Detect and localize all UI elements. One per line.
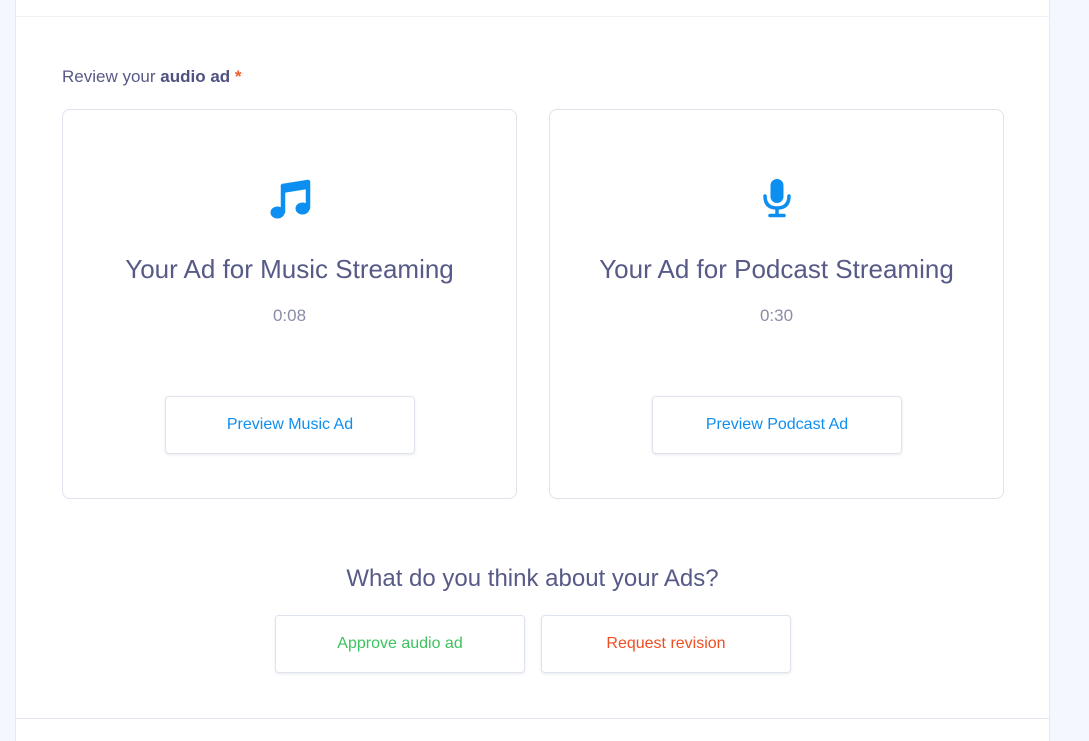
approve-audio-ad-button[interactable]: Approve audio ad <box>275 615 525 673</box>
podcast-ad-card: Your Ad for Podcast Streaming 0:30 Previ… <box>549 109 1004 499</box>
microphone-icon <box>550 178 1003 220</box>
podcast-ad-title: Your Ad for Podcast Streaming <box>599 254 954 284</box>
review-panel: Review your audio ad * Your Ad for Music… <box>15 0 1050 741</box>
bottom-divider <box>16 718 1049 719</box>
music-ad-card: Your Ad for Music Streaming 0:08 Preview… <box>62 109 517 499</box>
required-mark: * <box>234 67 242 86</box>
preview-podcast-ad-button[interactable]: Preview Podcast Ad <box>652 396 902 454</box>
top-divider <box>16 16 1049 17</box>
review-label-prefix: Review your <box>62 67 161 86</box>
review-label: Review your audio ad * <box>62 67 242 87</box>
podcast-ad-duration: 0:30 <box>759 306 794 325</box>
request-revision-button[interactable]: Request revision <box>541 615 791 673</box>
music-note-icon <box>63 178 516 220</box>
preview-music-ad-button[interactable]: Preview Music Ad <box>165 396 415 454</box>
feedback-question: What do you think about your Ads? <box>346 565 719 592</box>
music-ad-title: Your Ad for Music Streaming <box>125 254 454 284</box>
review-label-bold: audio ad <box>160 67 231 86</box>
music-ad-duration: 0:08 <box>272 306 307 325</box>
